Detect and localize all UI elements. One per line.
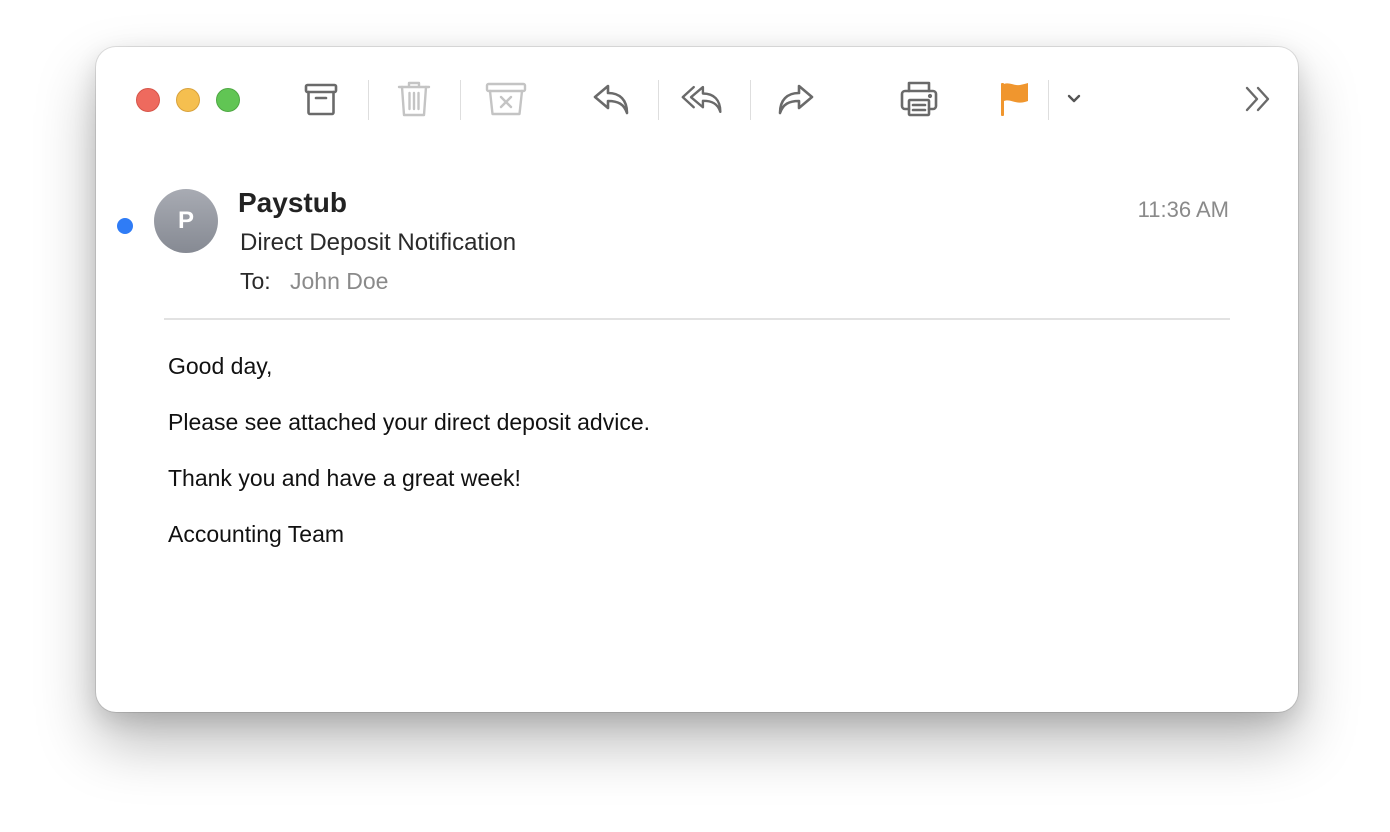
- reply-button[interactable]: [589, 77, 633, 121]
- more-toolbar-button[interactable]: [1236, 77, 1280, 121]
- toolbar-separator: [368, 80, 369, 120]
- minimize-window-button[interactable]: [176, 88, 200, 112]
- archive-button[interactable]: [299, 77, 343, 121]
- junk-icon: [485, 82, 527, 116]
- mail-message-window: P Paystub Direct Deposit Notification To…: [96, 47, 1298, 712]
- forward-icon: [778, 84, 814, 115]
- toolbar-separator: [460, 80, 461, 120]
- unread-indicator: [117, 218, 133, 234]
- message-header: P Paystub Direct Deposit Notification To…: [96, 151, 1298, 321]
- chevron-down-icon: [1067, 94, 1081, 103]
- body-paragraph: Thank you and have a great week!: [168, 465, 521, 491]
- toolbar-separator: [1048, 80, 1049, 120]
- to-label: To:: [240, 268, 271, 294]
- junk-button[interactable]: [484, 77, 528, 121]
- flag-icon: [1001, 83, 1028, 116]
- flag-button[interactable]: [992, 77, 1036, 121]
- trash-icon: [397, 81, 431, 117]
- toolbar-separator: [658, 80, 659, 120]
- reply-all-icon: [681, 85, 722, 114]
- body-paragraph: Please see attached your direct deposit …: [168, 409, 651, 435]
- sender-name[interactable]: Paystub: [238, 187, 347, 219]
- close-window-button[interactable]: [136, 88, 160, 112]
- reply-all-button[interactable]: [680, 77, 724, 121]
- double-chevron-right-icon: [1245, 86, 1270, 112]
- delete-button[interactable]: [392, 77, 436, 121]
- avatar-initial: P: [177, 207, 194, 234]
- flag-menu-button[interactable]: [1053, 77, 1095, 121]
- header-divider: [164, 318, 1230, 320]
- toolbar-separator: [750, 80, 751, 120]
- message-body: Good day, Please see attached your direc…: [168, 353, 1218, 577]
- message-time: 11:36 AM: [1137, 197, 1229, 222]
- message-subject: Direct Deposit Notification: [240, 229, 517, 256]
- zoom-window-button[interactable]: [216, 88, 240, 112]
- print-button[interactable]: [897, 77, 941, 121]
- recipient-name[interactable]: John Doe: [290, 268, 388, 295]
- toolbar: [96, 47, 1298, 151]
- archive-icon: [304, 83, 338, 116]
- body-paragraph: Accounting Team: [168, 521, 345, 547]
- avatar[interactable]: P: [154, 189, 218, 253]
- body-paragraph: Good day,: [168, 353, 273, 379]
- forward-button[interactable]: [774, 77, 818, 121]
- reply-icon: [593, 84, 629, 115]
- printer-icon: [900, 81, 938, 117]
